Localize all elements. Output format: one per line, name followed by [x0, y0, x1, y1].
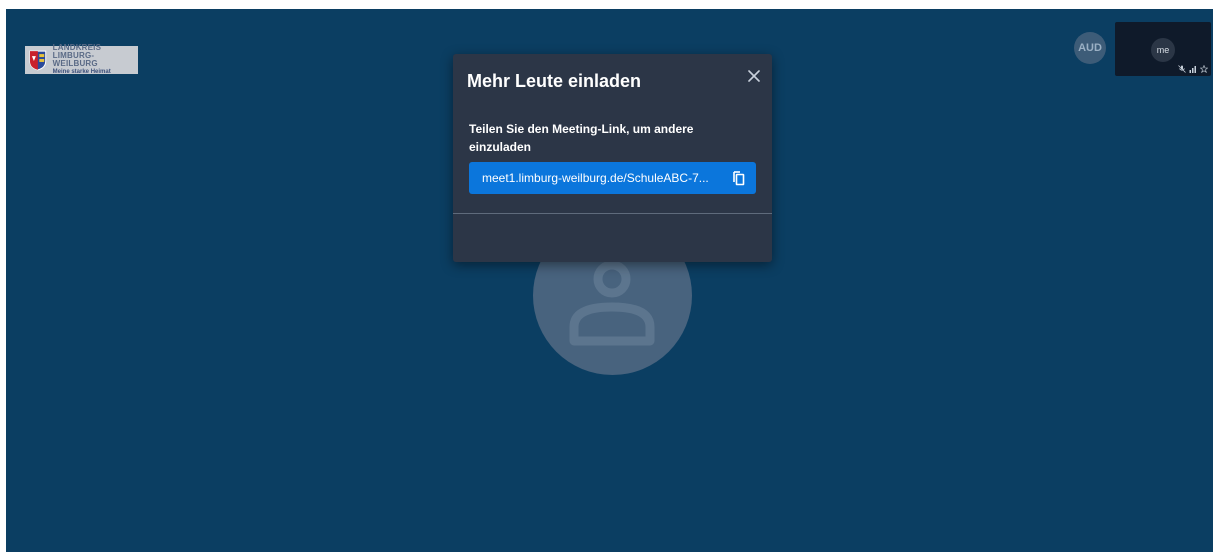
mic-muted-icon — [1178, 65, 1186, 73]
copy-meeting-link-button[interactable]: meet1.limburg-weilburg.de/SchuleABC-7... — [469, 162, 756, 194]
landkreis-logo: LANDKREIS LIMBURG-WEILBURG Meine starke … — [25, 44, 138, 75]
local-video-thumbnail[interactable]: me — [1115, 22, 1211, 76]
conference-stage: LANDKREIS LIMBURG-WEILBURG Meine starke … — [6, 9, 1213, 552]
coat-of-arms-icon — [29, 50, 47, 71]
meeting-link-text: meet1.limburg-weilburg.de/SchuleABC-7... — [482, 171, 709, 185]
participant-avatar-aud[interactable]: AUD — [1074, 32, 1106, 64]
logo-line-2: LIMBURG-WEILBURG — [52, 51, 98, 68]
dialog-title: Mehr Leute einladen — [467, 71, 642, 91]
star-icon — [1200, 65, 1208, 73]
invite-hint: Teilen Sie den Meeting-Link, um andere e… — [469, 122, 694, 154]
self-indicators — [1178, 65, 1208, 73]
signal-icon — [1189, 66, 1196, 73]
invite-dialog: Mehr Leute einladen Teilen Sie den Meeti… — [453, 54, 772, 262]
close-button[interactable] — [746, 68, 762, 84]
copy-icon — [733, 171, 745, 186]
self-avatar: me — [1151, 38, 1175, 62]
logo-tagline: Meine starke Heimat — [52, 69, 111, 75]
dialog-divider — [453, 213, 772, 214]
close-icon — [748, 70, 760, 82]
user-silhouette-icon — [569, 261, 655, 346]
